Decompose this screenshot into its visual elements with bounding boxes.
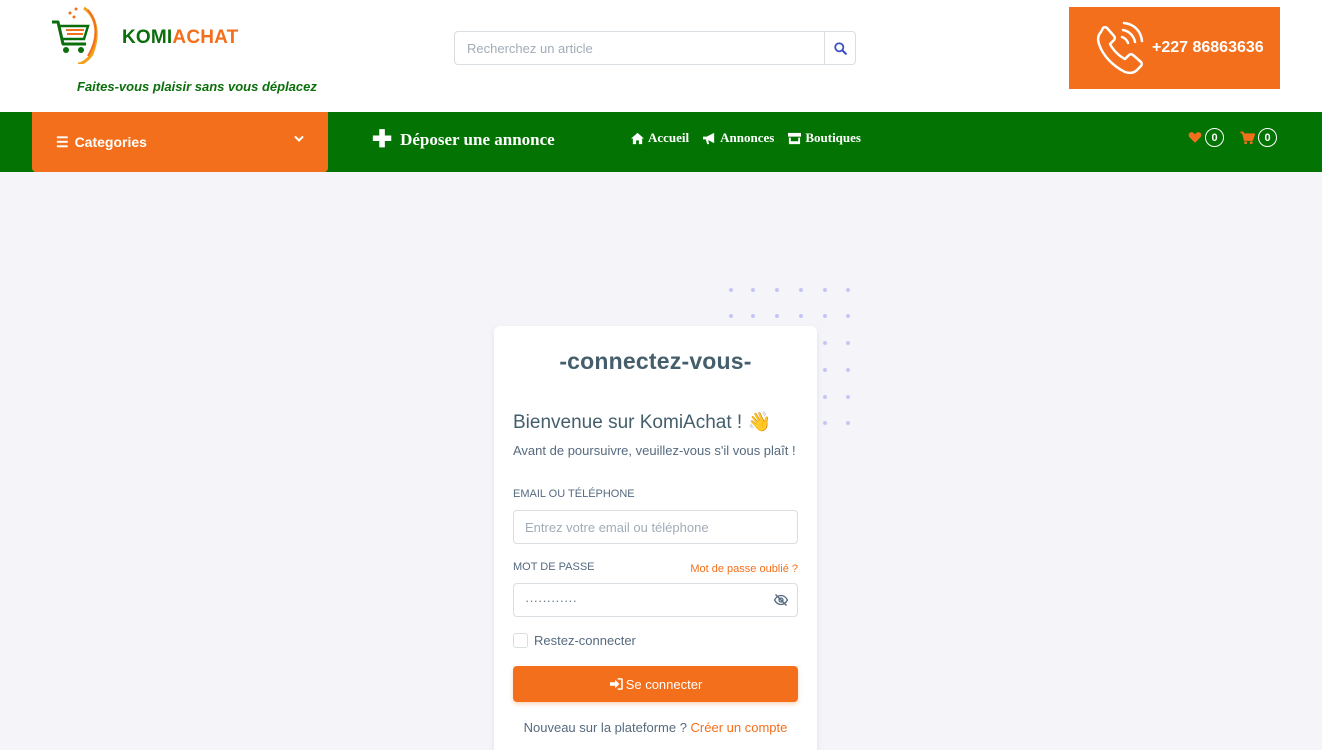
signup-prompt: Nouveau sur la plateforme ? Créer un com… — [494, 720, 817, 735]
nav-item-boutiques[interactable]: Boutiques — [787, 130, 861, 146]
eye-slash-icon[interactable] — [773, 592, 789, 608]
nav-menu: Accueil Annonces Boutiques — [630, 130, 861, 146]
wishlist-button[interactable]: 0 — [1188, 128, 1224, 147]
nav-item-label: Boutiques — [805, 130, 861, 145]
search-button[interactable] — [824, 31, 856, 65]
plus-icon: ✚ — [372, 126, 393, 153]
brand-part2: ACHAT — [172, 27, 239, 48]
cart-icon — [1240, 130, 1255, 144]
header: KOMIACHAT Faites-vous plaisir sans vous … — [0, 0, 1322, 112]
search-input[interactable] — [454, 31, 824, 65]
store-icon — [788, 132, 802, 144]
nav-item-label: Accueil — [648, 130, 690, 145]
login-button[interactable]: Se connecter — [513, 666, 798, 702]
forgot-password-link[interactable]: Mot de passe oublié ? — [690, 563, 798, 575]
nav-item-label: Annonces — [720, 130, 775, 145]
search-icon — [833, 41, 847, 55]
brand-name[interactable]: KOMIACHAT — [122, 27, 239, 49]
welcome-heading: Bienvenue sur KomiAchat ! 👋 — [513, 412, 772, 433]
password-label: MOT DE PASSE — [513, 561, 595, 573]
login-button-label: Se connecter — [625, 676, 703, 692]
search-bar — [454, 31, 856, 65]
categories-label: Categories — [74, 134, 147, 150]
email-label: EMAIL OU TÉLÉPHONE — [513, 488, 635, 500]
deposit-ad-label: Déposer une annonce — [400, 130, 555, 149]
password-field[interactable] — [513, 583, 798, 617]
shopping-cart-logo-icon[interactable] — [48, 4, 104, 64]
menu-bars-icon: ☰ — [56, 133, 69, 150]
login-title: -connectez-vous- — [559, 348, 752, 374]
phone-contact[interactable]: +227 86863636 — [1069, 7, 1280, 89]
brand-part1: KOMI — [122, 27, 173, 48]
main-nav: ☰ Categories ✚ Déposer une annonce Accue… — [0, 112, 1322, 172]
signup-text: Nouveau sur la plateforme ? — [523, 720, 687, 735]
welcome-subtitle: Avant de poursuivre, veuillez-vous s'il … — [513, 443, 796, 458]
remember-label: Restez-connecter — [534, 633, 636, 648]
login-card: -connectez-vous- Bienvenue sur KomiAchat… — [494, 326, 817, 750]
tagline: Faites-vous plaisir sans vous déplacez — [77, 79, 317, 94]
deposit-ad-link[interactable]: ✚ Déposer une annonce — [372, 128, 555, 152]
heart-icon — [1188, 132, 1202, 143]
cart-count-badge: 0 — [1258, 128, 1277, 147]
nav-item-accueil[interactable]: Accueil — [630, 130, 689, 146]
bullhorn-icon — [703, 132, 715, 144]
categories-dropdown[interactable]: ☰ Categories — [32, 112, 328, 172]
home-icon — [631, 132, 644, 144]
remember-checkbox[interactable] — [513, 633, 528, 648]
nav-item-annonces[interactable]: Annonces — [702, 130, 774, 146]
phone-number: +227 86863636 — [1152, 39, 1264, 56]
nav-counters: 0 0 — [1188, 128, 1277, 147]
create-account-link[interactable]: Créer un compte — [691, 720, 788, 735]
wishlist-count-badge: 0 — [1205, 128, 1224, 147]
remember-me: Restez-connecter — [513, 633, 636, 648]
email-field[interactable] — [513, 510, 798, 544]
phone-ringing-icon — [1096, 21, 1144, 75]
cart-button[interactable]: 0 — [1240, 128, 1277, 147]
sign-in-icon — [609, 678, 623, 690]
chevron-down-icon — [294, 136, 304, 142]
